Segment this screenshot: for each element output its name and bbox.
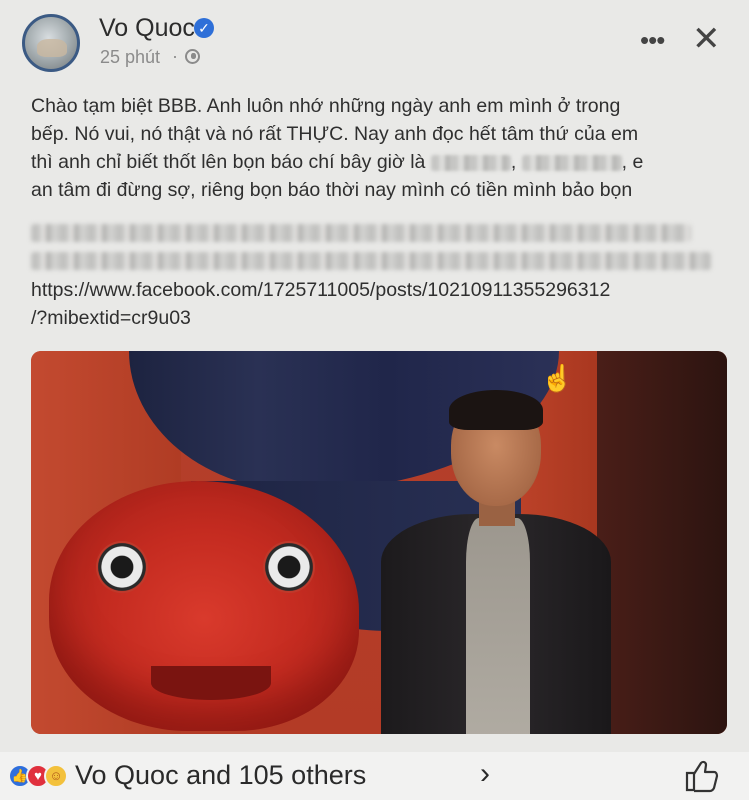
- author-avatar[interactable]: [22, 14, 80, 72]
- verified-badge-icon: ✓: [194, 18, 214, 38]
- separator-dot: ·: [172, 46, 178, 66]
- post-body-text: thì anh chỉ biết thốt lên bọn báo chí bâ…: [31, 151, 426, 173]
- close-button[interactable]: ✕: [692, 22, 721, 56]
- post-body-line: an tâm đi đừng sợ, riêng bọn báo thời na…: [31, 179, 633, 201]
- reactions-bar: 👍 ♥ ☺ Vo Quoc and 105 others ›: [0, 752, 749, 800]
- person-figure: [381, 390, 611, 734]
- post-body-line: thì anh chỉ biết thốt lên bọn báo chí bâ…: [31, 148, 721, 176]
- post-link[interactable]: https://www.facebook.com/1725711005/post…: [31, 276, 731, 332]
- photo-background: [597, 351, 727, 734]
- like-button-icon[interactable]: [683, 758, 719, 794]
- lion-eye: [263, 541, 315, 593]
- post-body-text: ,: [510, 151, 517, 173]
- hand-cursor-icon: ☝: [541, 363, 574, 393]
- more-options-button[interactable]: •••: [640, 27, 665, 53]
- post-link-line-2[interactable]: /?mibextid=cr9u03: [31, 304, 731, 332]
- care-reaction-icon: ☺: [44, 764, 68, 788]
- redacted-text: [430, 154, 511, 171]
- author-name[interactable]: Vo Quoc: [99, 14, 195, 43]
- globe-icon: [185, 49, 200, 64]
- post-body-line: Chào tạm biệt BBB. Anh luôn nhớ những ng…: [31, 95, 621, 117]
- person-hair: [449, 390, 543, 430]
- redacted-line: [31, 252, 711, 270]
- post-photo[interactable]: ☝: [31, 351, 727, 734]
- post-body-line: bếp. Nó vui, nó thật và nó rất THỰC. Nay…: [31, 123, 639, 145]
- post-body: Chào tạm biệt BBB. Anh luôn nhớ những ng…: [31, 92, 721, 204]
- post-body-text: , e: [621, 151, 644, 173]
- reactions-summary[interactable]: Vo Quoc and 105 others: [75, 760, 366, 791]
- chevron-right-icon[interactable]: ›: [480, 757, 490, 791]
- lion-mouth: [151, 666, 271, 700]
- redacted-line: [31, 224, 691, 242]
- lion-eye: [96, 541, 148, 593]
- redacted-text: [521, 154, 622, 171]
- post-link-line-1[interactable]: https://www.facebook.com/1725711005/post…: [31, 276, 731, 304]
- person-shirt: [466, 518, 530, 734]
- post-timestamp[interactable]: 25 phút: [100, 47, 160, 68]
